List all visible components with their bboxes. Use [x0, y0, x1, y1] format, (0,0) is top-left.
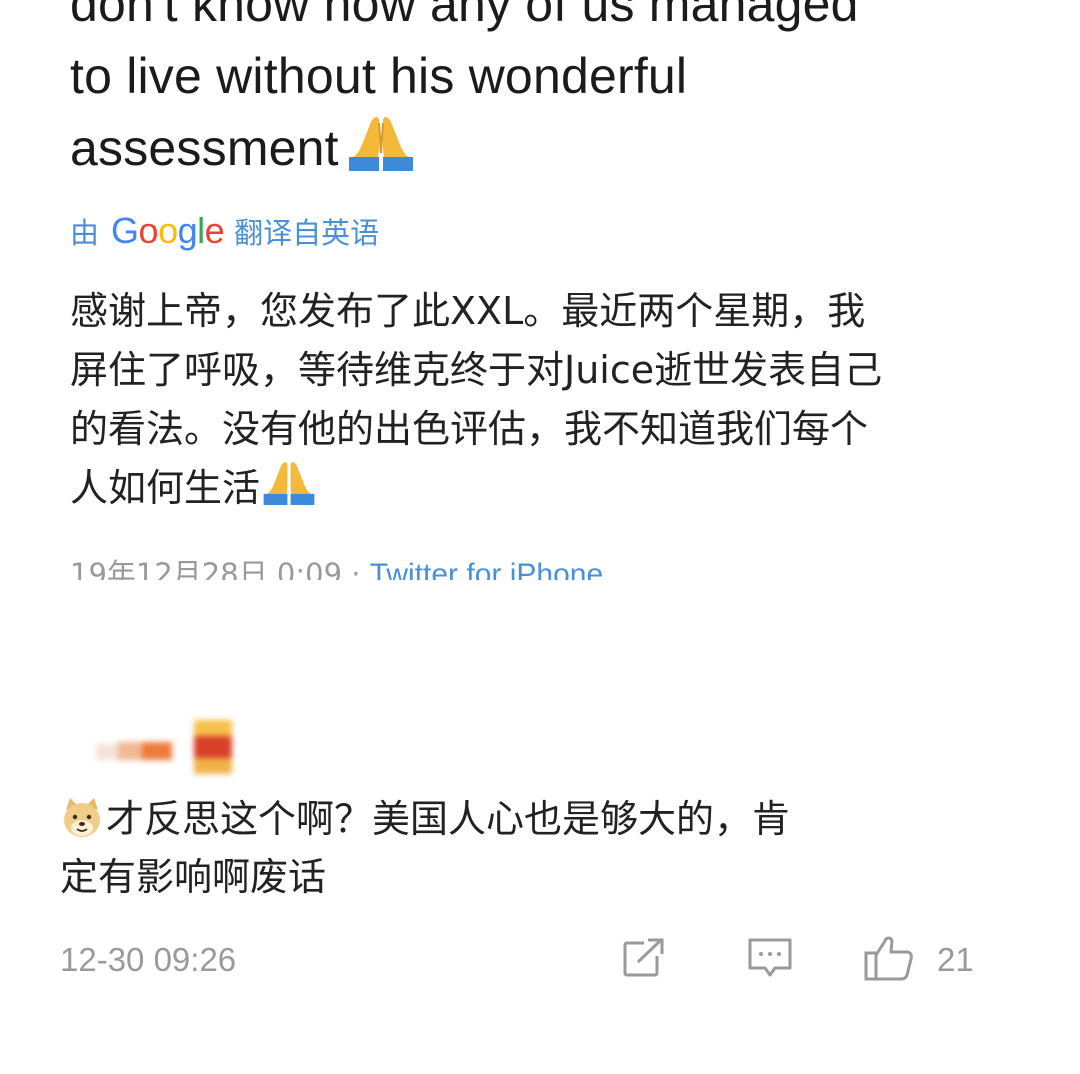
- comment-line-text: 才反思这个啊？美国人心也是够大的，肯: [106, 797, 791, 841]
- comment-text: 才反思这个啊？美国人心也是够大的，肯 定有影响啊废话: [60, 790, 960, 906]
- tweet-source-link[interactable]: Twitter for iPhone: [370, 558, 603, 580]
- tweet-translated-line: 人如何生活: [70, 459, 1040, 522]
- folded-hands-icon: [347, 113, 415, 190]
- doge-icon: [60, 796, 104, 840]
- share-button[interactable]: [620, 935, 668, 985]
- folded-hands-icon: [262, 459, 316, 522]
- google-logo: Google: [111, 210, 225, 251]
- tweet-original-text: don't know how any of us managed to live…: [70, 0, 1030, 190]
- comment-line: 才反思这个啊？美国人心也是够大的，肯: [60, 790, 960, 848]
- translate-prefix: 由: [70, 216, 100, 250]
- reply-icon: [745, 934, 795, 986]
- share-icon: [620, 934, 668, 986]
- translate-suffix: 翻译自英语: [234, 216, 380, 250]
- meta-separator: ·: [342, 557, 370, 580]
- tweet-timestamp: 19年12月28日 0:09: [70, 557, 343, 580]
- tweet-translated-line: 的看法。没有他的出色评估，我不知道我们每个: [70, 407, 869, 451]
- reply-button[interactable]: [745, 935, 795, 985]
- tweet-original-line: don't know how any of us managed: [70, 0, 859, 32]
- tweet-card: don't know how any of us managed to live…: [0, 0, 1080, 600]
- tweet-original-line: to live without his wonderful: [70, 48, 688, 104]
- tweet-translated-text: 感谢上帝，您发布了此XXL。最近两个星期，我 屏住了呼吸，等待维克终于对Juic…: [70, 282, 1040, 522]
- tweet-meta: 19年12月28日 0:09 · Twitter for iPhone: [70, 552, 603, 580]
- comment-footer: 12-30 09:26 21: [60, 935, 1020, 985]
- comment-time: 12-30 09:26: [60, 941, 237, 978]
- tweet-translated-line: 屏住了呼吸，等待维克终于对Juice逝世发表自己: [70, 348, 883, 392]
- tweet-original-line: assessment: [70, 112, 1030, 190]
- tweet-translated-line-text: 人如何生活: [70, 466, 261, 510]
- like-button[interactable]: 21: [863, 935, 974, 985]
- tweet-translated-line: 感谢上帝，您发布了此XXL。最近两个星期，我: [70, 289, 866, 333]
- tweet-original-line-text: assessment: [70, 120, 339, 176]
- like-count: 21: [937, 941, 974, 978]
- comment-card: 才反思这个啊？美国人心也是够大的，肯 定有影响啊废话 12-30 09:26 2…: [0, 600, 1080, 1074]
- comment-line: 定有影响啊废话: [60, 855, 327, 899]
- translation-attribution[interactable]: 由 Google 翻译自英语: [70, 208, 379, 254]
- thumbs-up-icon: [863, 933, 915, 987]
- avatar[interactable]: [88, 720, 238, 780]
